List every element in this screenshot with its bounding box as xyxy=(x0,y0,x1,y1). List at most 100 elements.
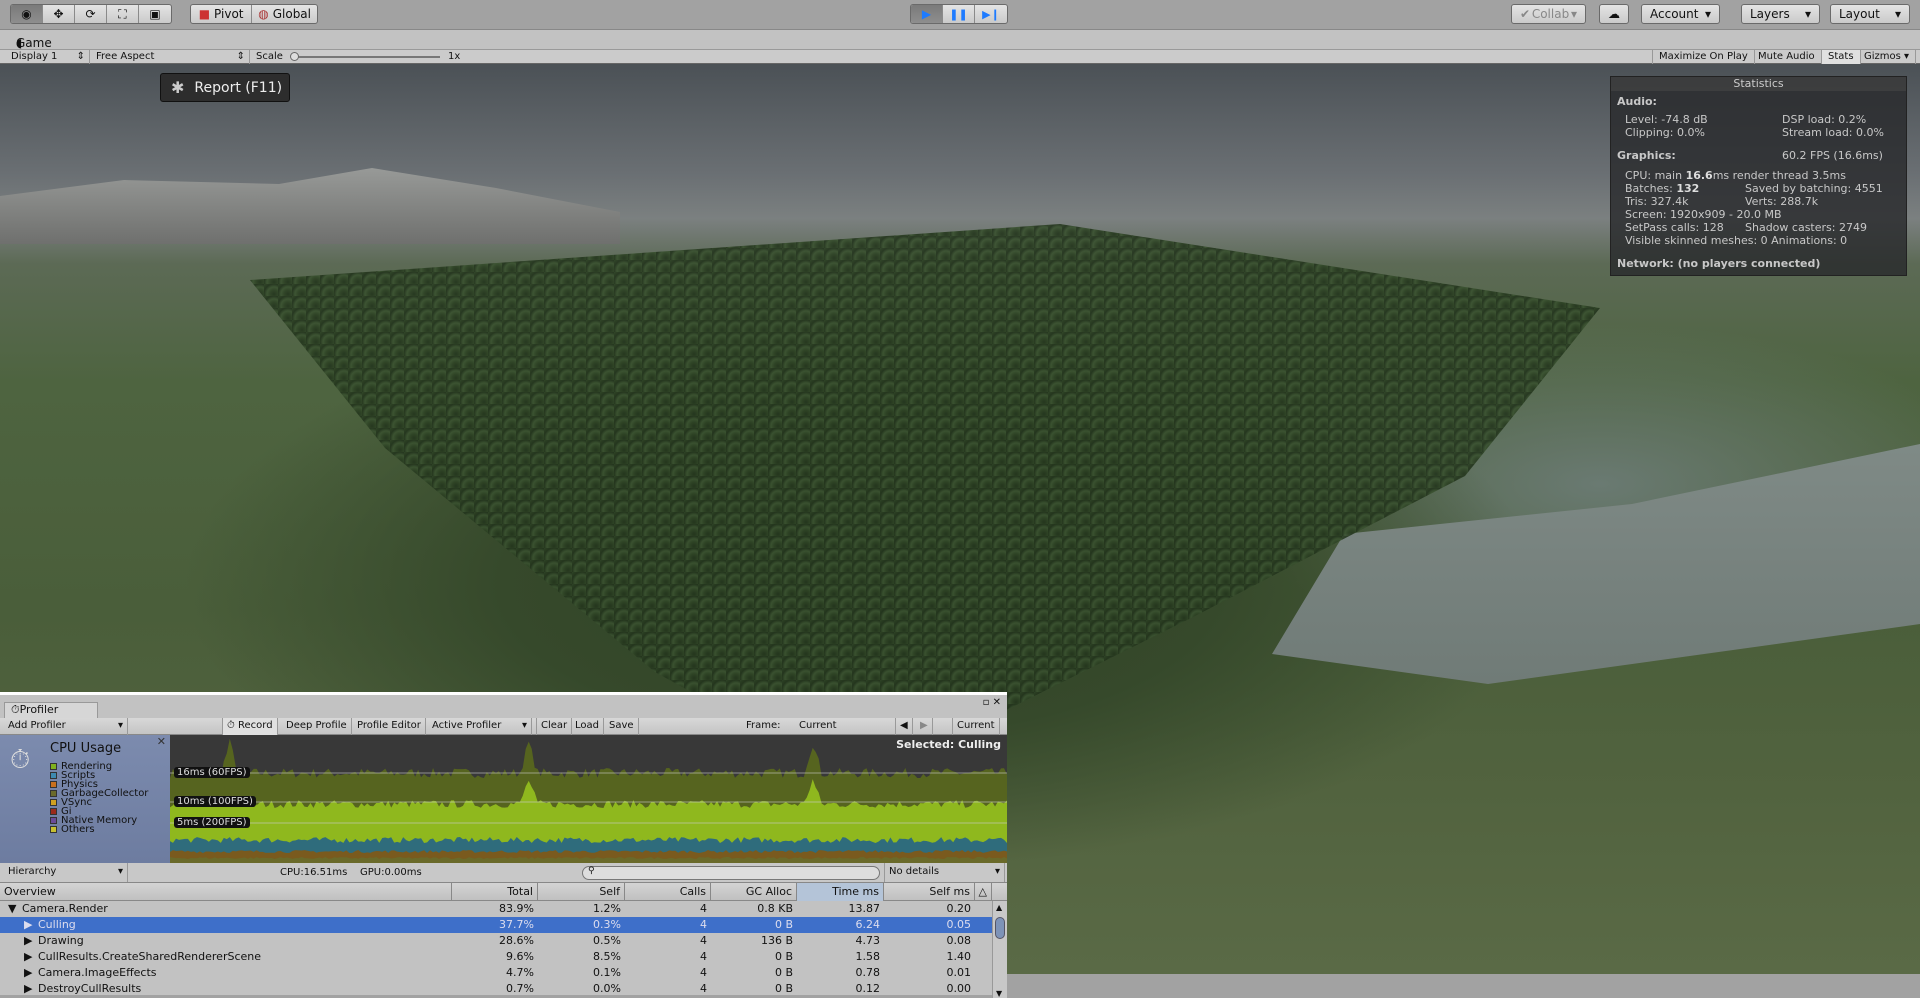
triangle-right-icon[interactable]: ▶ xyxy=(24,965,32,981)
triangle-right-icon[interactable]: ▶ xyxy=(24,933,32,949)
setpass: SetPass calls: 128 xyxy=(1625,221,1724,234)
column-header[interactable]: Overview xyxy=(0,883,452,901)
column-header[interactable]: Total xyxy=(452,883,538,901)
move-tool-button[interactable]: ✥ xyxy=(43,5,75,23)
cloud-icon: ☁ xyxy=(1608,7,1620,21)
load-button[interactable]: Load xyxy=(571,718,604,735)
scrollbar[interactable]: ▲ ▼ xyxy=(992,901,1007,998)
column-header[interactable]: Calls xyxy=(625,883,711,901)
cell-total: 28.6% xyxy=(499,934,534,947)
fps: 60.2 FPS (16.6ms) xyxy=(1782,149,1883,162)
close-icon[interactable]: ✕ xyxy=(157,735,166,748)
column-header[interactable]: Self xyxy=(538,883,625,901)
chevron-down-icon: ▾ xyxy=(1894,7,1901,21)
column-header[interactable]: Self ms xyxy=(884,883,975,901)
report-button[interactable]: ✱ Report (F11) xyxy=(160,73,290,102)
cell-self: 1.2% xyxy=(593,902,621,915)
guide-label: 5ms (200FPS) xyxy=(174,817,250,828)
view-tool-icon: ◉ xyxy=(21,7,32,21)
cell-calls: 4 xyxy=(700,902,707,915)
legend-swatch xyxy=(50,781,57,788)
pause-icon: ❚❚ xyxy=(949,7,968,21)
table-row[interactable]: ▶ Camera.ImageEffects 4.7% 0.1% 4 0 B 0.78 0.01 xyxy=(0,965,992,981)
clear-button[interactable]: Clear xyxy=(536,718,573,735)
view-tool-button[interactable]: ◉ xyxy=(11,5,43,23)
bug-icon: ✱ xyxy=(171,78,185,97)
prev-frame-button[interactable]: ◀ xyxy=(895,718,913,735)
step-button[interactable]: ▶❙ xyxy=(975,5,1007,23)
cpu-usage-legend[interactable]: ⏱ ✕ CPU Usage Rendering Scripts Physics Gar… xyxy=(0,735,170,863)
next-frame-button[interactable]: ▶ xyxy=(916,718,933,735)
batches-stat: Batches: 132 xyxy=(1625,182,1700,195)
tris: Tris: 327.4k xyxy=(1625,195,1689,208)
gizmos-dropdown[interactable]: Gizmos ▾ xyxy=(1858,50,1917,64)
statistics-title: Statistics xyxy=(1611,77,1906,91)
account-dropdown[interactable]: Account ▾ xyxy=(1641,4,1720,24)
save-button[interactable]: Save xyxy=(605,718,639,735)
cell-calls: 4 xyxy=(700,934,707,947)
cloud-button[interactable]: ☁ xyxy=(1599,4,1629,24)
cpu-usage-title: CPU Usage xyxy=(50,741,122,756)
audio-level: Level: -74.8 dB xyxy=(1625,113,1708,126)
cell-calls: 4 xyxy=(700,950,707,963)
legend-swatch xyxy=(50,790,57,797)
rect-tool-button[interactable]: ▣ xyxy=(139,5,171,23)
tab-profiler[interactable]: ⏱Profiler xyxy=(4,702,98,718)
triangle-right-icon[interactable]: ▶ xyxy=(24,917,32,933)
stats-toggle[interactable]: Stats xyxy=(1822,50,1861,64)
view-mode-dropdown[interactable]: Hierarchy ▾ xyxy=(4,863,128,882)
maximize-on-play-toggle[interactable]: Maximize On Play xyxy=(1652,50,1755,64)
record-icon: ⏱ xyxy=(227,720,235,731)
profile-editor-button[interactable]: Profile Editor xyxy=(353,718,426,735)
scale-tool-button[interactable]: ⛶ xyxy=(107,5,139,23)
global-button[interactable]: ◍ Global xyxy=(252,5,317,23)
cell-calls: 4 xyxy=(700,918,707,931)
legend-item[interactable]: Others xyxy=(50,824,95,835)
display-dropdown[interactable]: Display 1 ⇕ xyxy=(5,50,90,64)
record-button[interactable]: ⏱ Record xyxy=(222,718,278,735)
collab-button[interactable]: ✔ Collab ▾ xyxy=(1511,4,1586,24)
close-icon[interactable]: ▫ ✕ xyxy=(983,697,1001,708)
cell-self: 0.1% xyxy=(593,966,621,979)
scale-slider[interactable] xyxy=(290,52,440,61)
deep-profile-button[interactable]: Deep Profile xyxy=(282,718,352,735)
details-dropdown[interactable]: No details ▾ xyxy=(884,863,1005,882)
profiler-window: ⏱Profiler ▫ ✕ Add Profiler ▾ ⏱ Record Dee… xyxy=(0,692,1007,998)
mute-audio-toggle[interactable]: Mute Audio xyxy=(1752,50,1822,64)
check-icon: ✔ xyxy=(1520,7,1531,21)
scale-tool-icon: ⛶ xyxy=(118,6,127,21)
cell-total: 37.7% xyxy=(499,918,534,931)
layers-dropdown[interactable]: Layers ▾ xyxy=(1741,4,1820,24)
triangle-right-icon[interactable]: ▶ xyxy=(24,949,32,965)
cell-gc: 0 B xyxy=(774,966,793,979)
table-row[interactable]: ▶ Culling 37.7% 0.3% 4 0 B 6.24 0.05 xyxy=(0,917,992,933)
current-frame-button[interactable]: Current xyxy=(952,718,1000,735)
play-button[interactable]: ▶ xyxy=(911,5,943,23)
cpu-usage-graph[interactable]: Selected: Culling 16ms (60FPS) 10ms (100F… xyxy=(170,735,1007,863)
warning-icon[interactable]: △ xyxy=(975,883,992,901)
search-input[interactable] xyxy=(582,866,880,880)
add-profiler-dropdown[interactable]: Add Profiler ▾ xyxy=(4,718,128,735)
table-row[interactable]: ▶ CullResults.CreateSharedRendererScene 9.… xyxy=(0,949,992,965)
pivot-button[interactable]: ■ Pivot xyxy=(191,5,253,23)
legend-swatch xyxy=(50,799,57,806)
graphics-heading: Graphics: xyxy=(1617,149,1676,162)
aspect-dropdown[interactable]: Free Aspect ⇕ xyxy=(90,50,250,64)
layout-dropdown[interactable]: Layout ▾ xyxy=(1830,4,1910,24)
table-row[interactable]: ▶ Drawing 28.6% 0.5% 4 136 B 4.73 0.08 xyxy=(0,933,992,949)
legend-swatch xyxy=(50,763,57,770)
audio-heading: Audio: xyxy=(1617,95,1657,108)
rotate-tool-button[interactable]: ⟳ xyxy=(75,5,107,23)
active-profiler-dropdown[interactable]: Active Profiler ▾ xyxy=(428,718,532,735)
pause-button[interactable]: ❚❚ xyxy=(943,5,975,23)
cpu-graph-svg xyxy=(170,738,1007,863)
cell-self: 0.3% xyxy=(593,918,621,931)
table-row[interactable]: ▼ Camera.Render 83.9% 1.2% 4 0.8 KB 13.87 0.20 xyxy=(0,901,992,917)
cell-total: 9.6% xyxy=(506,950,534,963)
triangle-down-icon[interactable]: ▼ xyxy=(8,901,16,917)
mountains xyxy=(0,168,620,244)
cell-self: 0.5% xyxy=(593,934,621,947)
cell-time: 1.58 xyxy=(855,950,881,963)
column-header[interactable]: Time ms xyxy=(797,883,884,901)
column-header[interactable]: GC Alloc xyxy=(711,883,797,901)
